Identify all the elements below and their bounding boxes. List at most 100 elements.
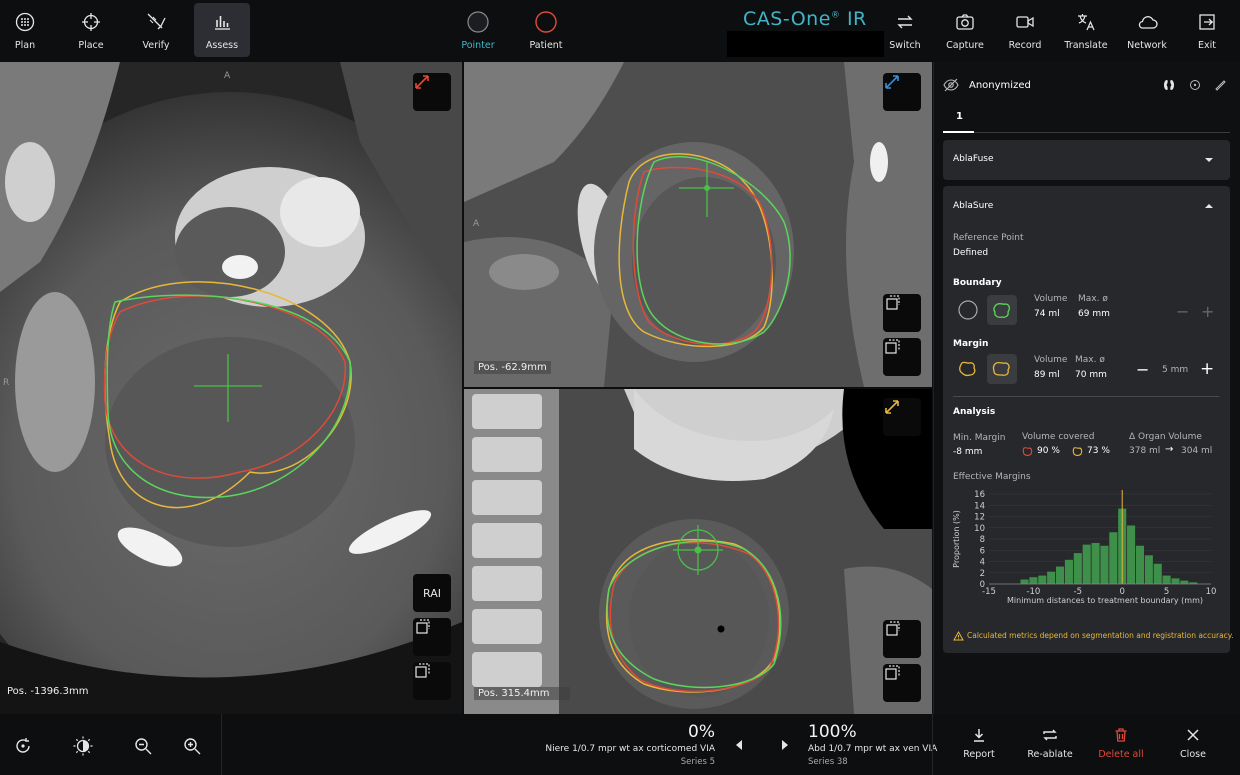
brush-icon[interactable] <box>1214 79 1226 91</box>
maximize-button[interactable] <box>413 73 451 111</box>
verify-icon <box>144 10 168 34</box>
sagittal-ct-image <box>464 389 932 714</box>
switch-button[interactable]: Switch <box>877 3 933 57</box>
verify-button[interactable]: Verify <box>128 3 184 57</box>
coronal-viewport[interactable]: A Pos. -62.9mm <box>464 62 932 387</box>
plan-icon <box>13 10 37 34</box>
pointer-button[interactable]: Pointer <box>450 3 506 57</box>
coronal-layout-button[interactable] <box>883 338 921 376</box>
sagittal-maximize-button[interactable] <box>883 398 921 436</box>
patient-button[interactable]: Patient <box>518 3 574 57</box>
chart-bar <box>1047 571 1056 584</box>
chart-bar <box>1144 555 1153 584</box>
boundary-max-label: Max. ø <box>1078 294 1108 304</box>
sagittal-viewport[interactable]: Pos. 315.4mm <box>464 389 932 714</box>
next-series-button[interactable] <box>765 725 805 765</box>
exit-icon <box>1195 10 1219 34</box>
chart-bar <box>1162 575 1171 584</box>
layout-button[interactable] <box>413 662 451 700</box>
boundary-sphere-button[interactable] <box>953 295 983 325</box>
top-toolbar: Plan Place Verify Assess Pointer Patient… <box>0 0 1240 62</box>
blob-yellow-icon <box>1072 447 1083 457</box>
chart-bar <box>1180 580 1189 584</box>
zoom-out-icon <box>135 738 152 755</box>
exit-button[interactable]: Exit <box>1179 3 1235 57</box>
margin-segmentation-button[interactable] <box>987 354 1017 384</box>
brightness-icon <box>73 736 93 756</box>
axial-ct-image <box>0 62 462 714</box>
chart-bar <box>1029 577 1038 584</box>
re-ablate-button[interactable]: Re-ablate <box>1015 727 1085 767</box>
chart-bar <box>1056 566 1065 584</box>
blob-yellow-icon <box>959 361 976 377</box>
tab-1[interactable]: 1 <box>956 111 963 122</box>
boundary-minus-button[interactable]: − <box>1176 302 1189 321</box>
window-level-button[interactable] <box>63 726 103 766</box>
assess-button[interactable]: Assess <box>194 3 250 57</box>
chevron-down-icon <box>1205 158 1213 162</box>
crop-icon <box>416 619 430 634</box>
blob-yellow-icon <box>992 361 1010 376</box>
target-icon[interactable] <box>1189 79 1201 91</box>
translate-button[interactable]: Translate <box>1058 3 1114 57</box>
translate-label: Translate <box>1064 40 1108 51</box>
ablafuse-section[interactable]: AblaFuse <box>943 140 1230 180</box>
capture-button[interactable]: Capture <box>937 3 993 57</box>
circle-shape-icon <box>958 300 978 320</box>
organ-volume-arrow: → <box>1165 444 1174 455</box>
volume-covered-label: Volume covered <box>1022 432 1095 442</box>
zoom-in-button[interactable] <box>172 726 212 766</box>
sagittal-layout-button[interactable] <box>883 664 921 702</box>
capture-label: Capture <box>946 40 984 51</box>
ablasure-title: AblaSure <box>953 201 994 211</box>
layout-icon <box>885 339 900 354</box>
cloud-icon <box>1135 10 1159 34</box>
chart-y-tick: 16 <box>974 490 985 500</box>
margin-shape-button[interactable] <box>953 354 983 384</box>
previous-series-button[interactable] <box>719 725 759 765</box>
expand-arrows-icon <box>885 400 899 414</box>
covered-boundary-value: 90 % <box>1037 446 1060 456</box>
rotate-button[interactable] <box>3 726 43 766</box>
chart-y-tick: 10 <box>974 524 985 534</box>
boundary-plus-button[interactable]: + <box>1201 302 1214 321</box>
rai-orientation-button[interactable]: RAI <box>413 574 451 612</box>
margin-plus-button[interactable]: + <box>1200 359 1214 379</box>
delete-all-button[interactable]: Delete all <box>1086 727 1156 767</box>
coronal-crop-button[interactable] <box>883 294 921 332</box>
margin-max: 70 mm <box>1075 370 1107 380</box>
report-button[interactable]: Report <box>944 727 1014 767</box>
margin-volume-label: Volume <box>1034 355 1068 365</box>
brand-info-box <box>727 31 884 57</box>
plan-button[interactable]: Plan <box>0 3 53 57</box>
boundary-segmentation-button[interactable] <box>987 295 1017 325</box>
chart-x-tick: 10 <box>1206 587 1217 597</box>
layout-icon <box>885 665 900 680</box>
crop-button[interactable] <box>413 618 451 656</box>
chart-y-tick: 2 <box>980 569 985 579</box>
chart-bar <box>1091 542 1100 584</box>
crop-icon <box>886 621 900 636</box>
margin-minus-button[interactable]: − <box>1136 360 1149 379</box>
patient-name: Anonymized <box>969 80 1031 91</box>
exit-label: Exit <box>1198 40 1216 51</box>
rotate-icon <box>16 738 30 753</box>
left-series-number: Series 5 <box>680 757 715 767</box>
zoom-out-button[interactable] <box>123 726 163 766</box>
close-button[interactable]: Close <box>1158 727 1228 767</box>
chevron-right-icon <box>782 740 788 750</box>
left-series-percent: 0% <box>688 722 715 742</box>
record-button[interactable]: Record <box>997 3 1053 57</box>
tab-divider <box>974 132 1230 133</box>
orient-anterior-coronal: A <box>473 219 480 229</box>
eye-off-icon[interactable] <box>943 78 959 92</box>
chart-bar <box>1109 532 1118 584</box>
coronal-maximize-button[interactable] <box>883 73 921 111</box>
place-button[interactable]: Place <box>63 3 119 57</box>
network-button[interactable]: Network <box>1119 3 1175 57</box>
chevron-up-icon[interactable] <box>1204 202 1214 210</box>
axial-viewport[interactable]: A R RAI Pos. -1396.3mm <box>0 62 462 714</box>
right-series-percent: 100% <box>808 722 857 742</box>
kidneys-icon[interactable] <box>1161 79 1177 91</box>
sagittal-crop-button[interactable] <box>883 620 921 658</box>
